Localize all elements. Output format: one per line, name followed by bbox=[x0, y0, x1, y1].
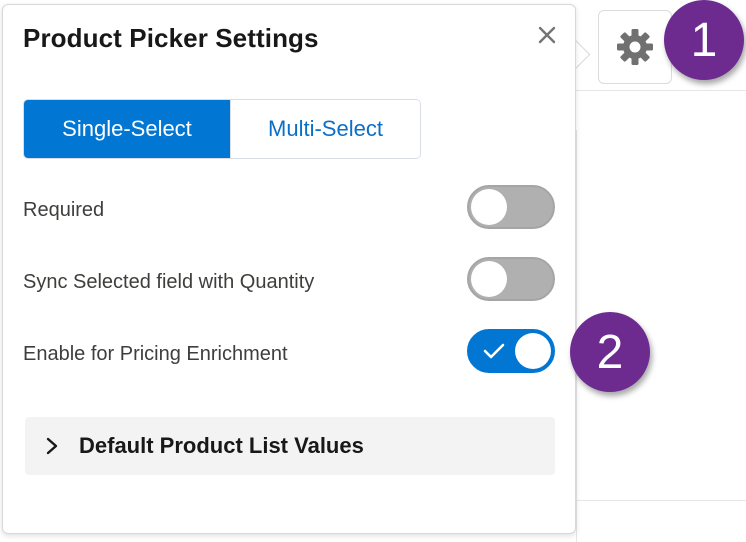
pricing-enrichment-toggle[interactable] bbox=[467, 329, 555, 373]
sync-quantity-toggle[interactable] bbox=[467, 257, 555, 301]
single-select-button[interactable]: Single-Select bbox=[24, 100, 230, 158]
multi-select-button[interactable]: Multi-Select bbox=[230, 100, 420, 158]
background-grid-line bbox=[576, 500, 746, 501]
toggle-knob bbox=[515, 333, 551, 369]
settings-popover: Product Picker Settings Single-Select Mu… bbox=[2, 4, 576, 534]
gear-icon bbox=[617, 29, 653, 65]
close-button[interactable] bbox=[533, 21, 561, 49]
toggle-knob bbox=[471, 261, 507, 297]
default-product-list-accordion[interactable]: Default Product List Values bbox=[25, 417, 555, 475]
background-grid-line bbox=[576, 90, 746, 91]
required-label: Required bbox=[23, 199, 105, 221]
callout-badge-1: 1 bbox=[664, 0, 744, 80]
callout-badge-2: 2 bbox=[570, 312, 650, 392]
checkmark-icon bbox=[483, 343, 505, 359]
required-toggle[interactable] bbox=[467, 185, 555, 229]
pricing-enrichment-label: Enable for Pricing Enrichment bbox=[23, 343, 288, 365]
close-icon bbox=[538, 26, 556, 44]
chevron-right-icon bbox=[45, 436, 59, 456]
selection-mode-toggle: Single-Select Multi-Select bbox=[23, 99, 421, 159]
settings-gear-button[interactable] bbox=[598, 10, 672, 84]
toggle-knob bbox=[471, 189, 507, 225]
popover-title: Product Picker Settings bbox=[23, 23, 319, 53]
accordion-label: Default Product List Values bbox=[79, 433, 364, 458]
sync-quantity-label: Sync Selected field with Quantity bbox=[23, 271, 315, 293]
